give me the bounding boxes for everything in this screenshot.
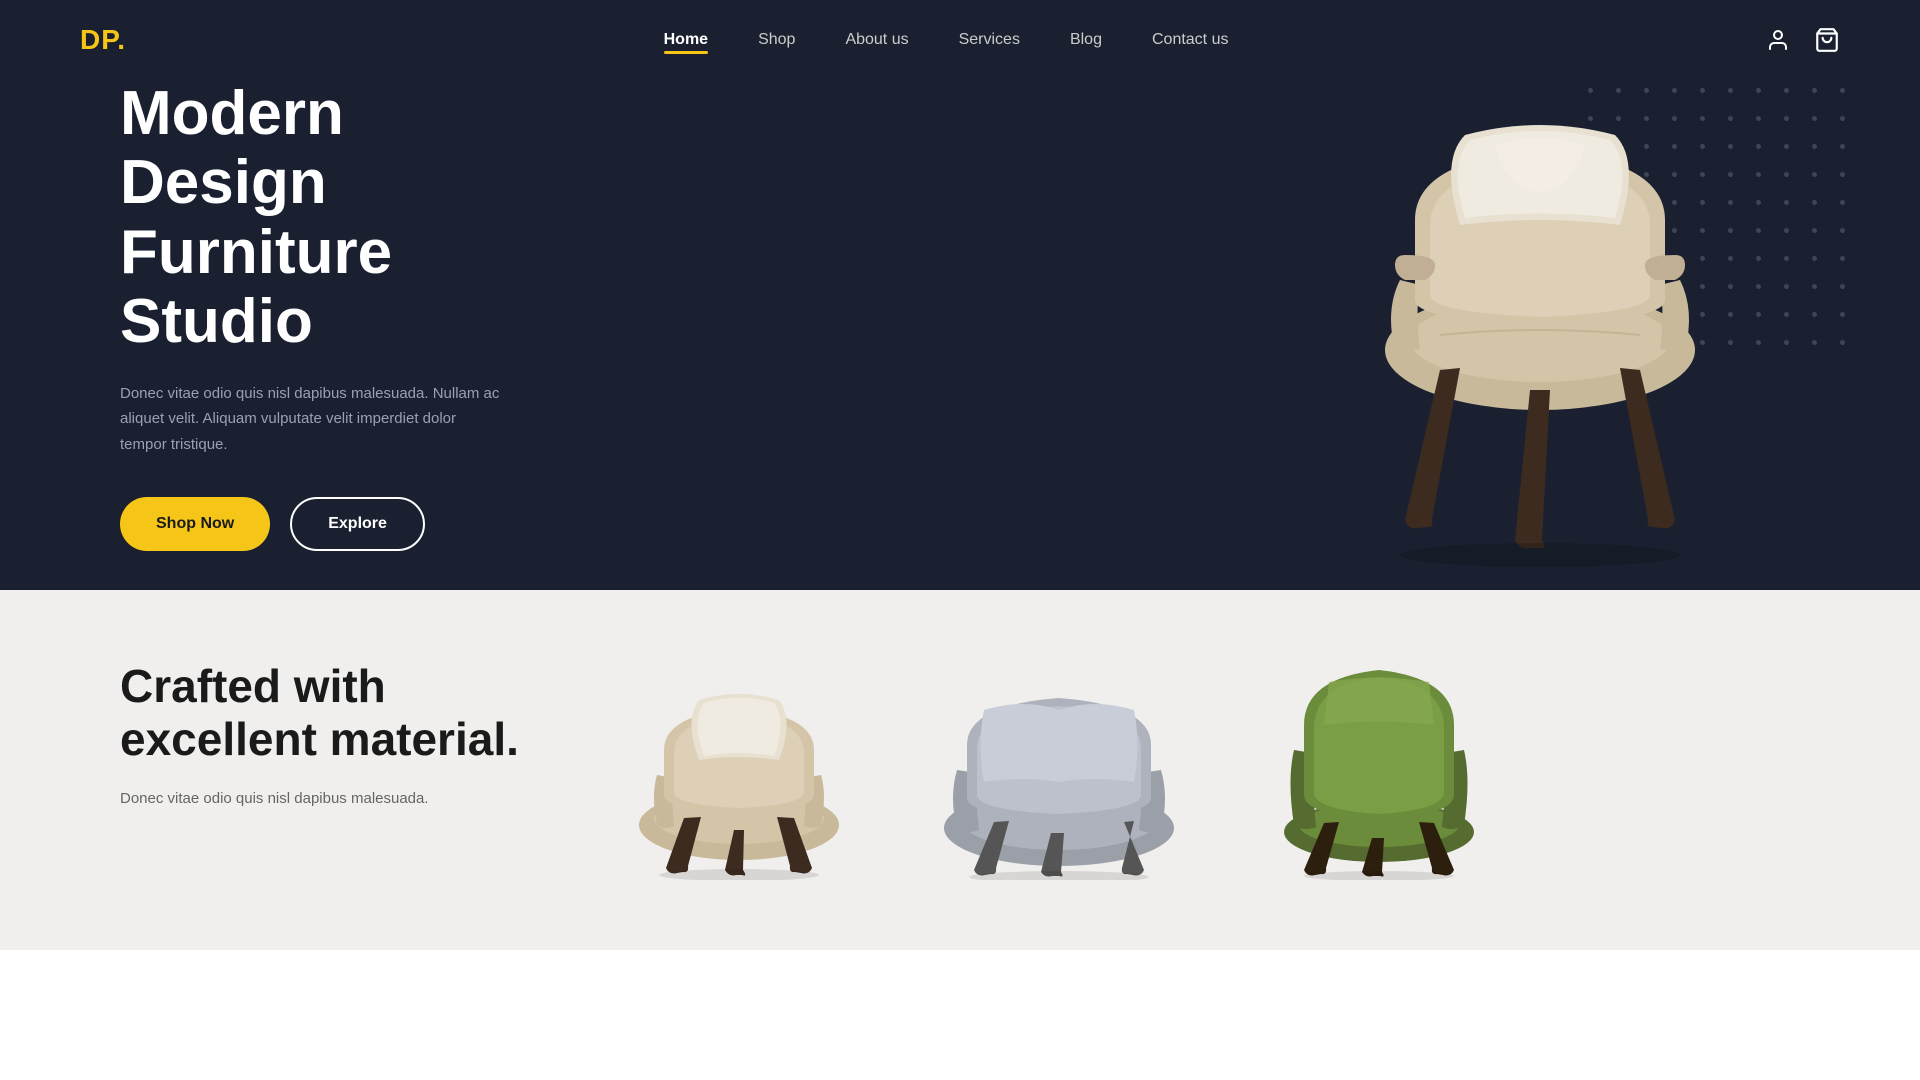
hero-title-line2: Furniture Studio <box>120 218 392 356</box>
explore-button[interactable]: Explore <box>290 497 425 551</box>
navbar: DP. Home Shop About us Services Blog Con… <box>0 0 1920 80</box>
product-cards-row <box>599 660 1800 880</box>
product-beige-chair-svg <box>609 670 869 880</box>
section2-text: Crafted with excellent material. Donec v… <box>120 660 519 811</box>
product-card-beige[interactable] <box>599 660 879 880</box>
nav-item-shop[interactable]: Shop <box>758 31 795 49</box>
nav-icons <box>1766 27 1840 53</box>
chair-svg <box>1310 60 1770 580</box>
product-card-green[interactable] <box>1239 660 1519 880</box>
cart-icon <box>1814 27 1840 53</box>
user-icon <box>1766 28 1790 52</box>
section2-title-line2: excellent material. <box>120 713 519 765</box>
section2-title-line1: Crafted with <box>120 660 386 712</box>
shop-now-button[interactable]: Shop Now <box>120 497 270 551</box>
nav-links: Home Shop About us Services Blog Contact… <box>664 31 1229 49</box>
cart-icon-button[interactable] <box>1814 27 1840 53</box>
nav-item-contact[interactable]: Contact us <box>1152 31 1228 49</box>
logo-text: DP <box>80 24 117 55</box>
nav-link-blog[interactable]: Blog <box>1070 31 1102 48</box>
nav-link-shop[interactable]: Shop <box>758 31 795 48</box>
hero-chair-illustration <box>1310 60 1760 570</box>
nav-item-services[interactable]: Services <box>959 31 1020 49</box>
section-crafted: Crafted with excellent material. Donec v… <box>0 590 1920 950</box>
nav-link-contact[interactable]: Contact us <box>1152 31 1228 48</box>
product-gray-chair-svg <box>919 670 1199 880</box>
logo-dot: . <box>117 24 126 55</box>
hero-buttons: Shop Now Explore <box>120 497 500 551</box>
hero-title: Modern Design Furniture Studio <box>120 79 500 357</box>
hero-content: Modern Design Furniture Studio Donec vit… <box>0 79 620 551</box>
user-icon-button[interactable] <box>1766 28 1790 52</box>
hero-description: Donec vitae odio quis nisl dapibus males… <box>120 381 500 458</box>
nav-item-home[interactable]: Home <box>664 31 708 49</box>
product-card-gray[interactable] <box>919 660 1199 880</box>
nav-item-blog[interactable]: Blog <box>1070 31 1102 49</box>
hero-title-line1: Modern Design <box>120 79 344 217</box>
nav-link-services[interactable]: Services <box>959 31 1020 48</box>
nav-link-home[interactable]: Home <box>664 31 708 48</box>
nav-link-about[interactable]: About us <box>845 31 908 48</box>
nav-item-about[interactable]: About us <box>845 31 908 49</box>
product-green-chair-svg <box>1259 670 1499 880</box>
hero-section: Modern Design Furniture Studio Donec vit… <box>0 0 1920 590</box>
section2-description: Donec vitae odio quis nisl dapibus males… <box>120 786 519 812</box>
logo[interactable]: DP. <box>80 24 126 56</box>
section2-title: Crafted with excellent material. <box>120 660 519 766</box>
